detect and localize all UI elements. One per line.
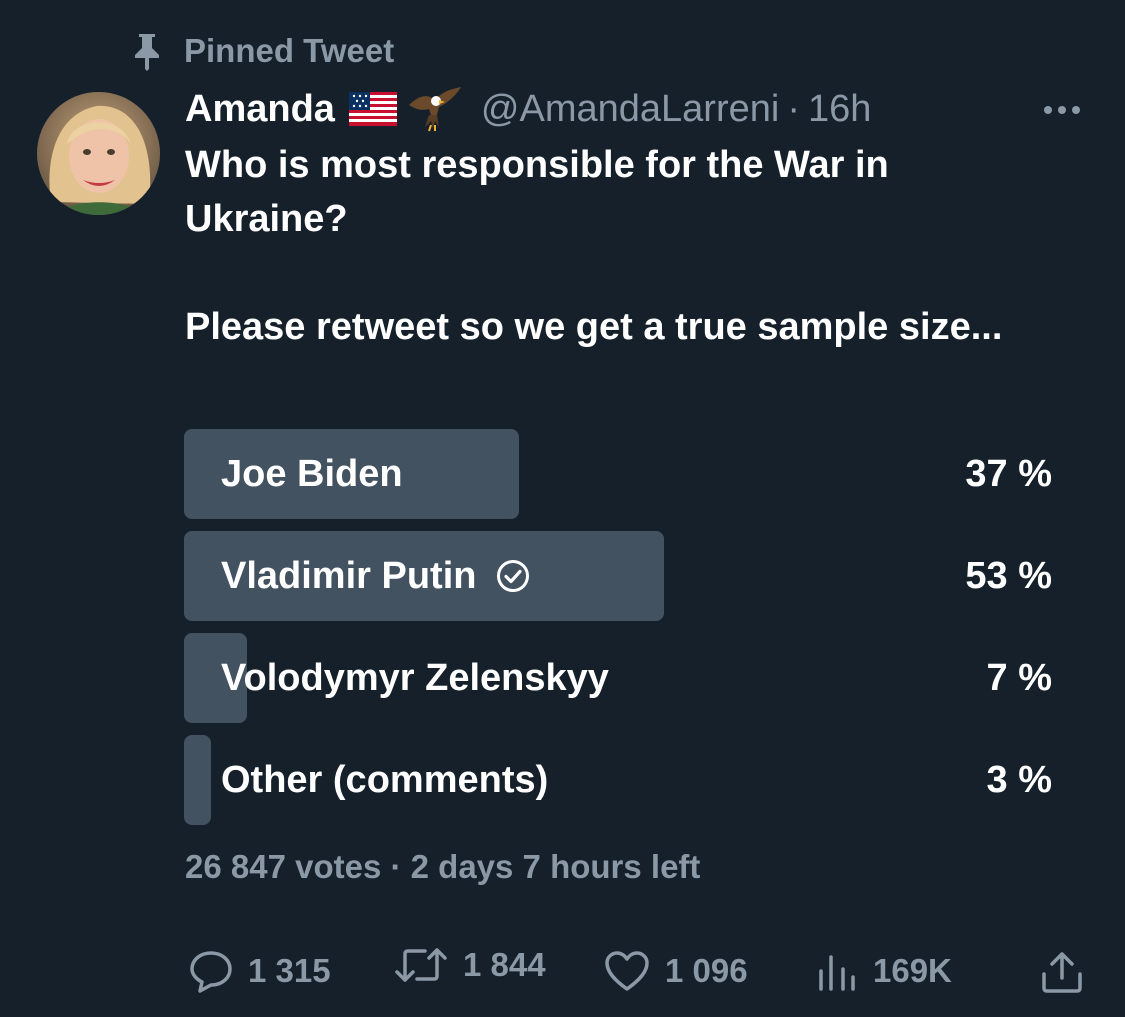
poll-meta: 26 847 votes · 2 days 7 hours left	[185, 848, 701, 885]
poll-option-label: Joe Biden	[221, 453, 403, 496]
pinned-label: Pinned Tweet	[184, 32, 395, 69]
poll-option: Volodymyr Zelenskyy 7 %	[184, 633, 1052, 723]
heart-icon	[605, 951, 649, 991]
share-button[interactable]	[1040, 943, 1084, 999]
poll-option-label: Vladimir Putin	[221, 555, 530, 598]
action-bar: 1 315 1 844 1 096 169K	[185, 943, 1085, 999]
reply-count: 1 315	[248, 952, 331, 989]
tweet-text: Who is most responsible for the War in U…	[185, 144, 1003, 348]
poll-option-text: Volodymyr Zelenskyy	[221, 656, 609, 699]
views-icon	[819, 955, 855, 991]
poll-option-label: Volodymyr Zelenskyy	[221, 657, 609, 700]
author-name[interactable]: Amanda	[185, 88, 335, 131]
retweet-button[interactable]: 1 844	[393, 937, 546, 993]
reply-icon	[190, 951, 232, 993]
poll-option: Joe Biden 37 %	[184, 429, 1052, 519]
us-flag-icon	[348, 92, 397, 126]
pin-icon	[130, 31, 164, 71]
tweet-header: Amanda @AmandaLarreni · 16h	[185, 82, 1085, 136]
views-button[interactable]: 169K	[815, 943, 952, 999]
more-icon	[1044, 106, 1080, 114]
poll-option-percent: 3 %	[986, 758, 1052, 801]
poll-option-text: Vladimir Putin	[221, 554, 477, 597]
more-options-button[interactable]	[1039, 90, 1085, 130]
poll-option-label: Other (comments)	[221, 759, 548, 802]
poll-option-text: Other (comments)	[221, 758, 549, 801]
eagle-icon	[407, 85, 463, 133]
check-circle-icon	[496, 559, 530, 593]
retweet-count: 1 844	[463, 946, 546, 983]
like-button[interactable]: 1 096	[603, 943, 748, 999]
poll-bar	[184, 735, 211, 825]
reply-button[interactable]: 1 315	[188, 943, 331, 999]
tweet-timestamp[interactable]: 16h	[808, 88, 871, 131]
poll-option-percent: 37 %	[965, 452, 1052, 495]
separator-dot: ·	[787, 87, 800, 130]
pinned-tweet-indicator: Pinned Tweet	[130, 28, 394, 74]
like-count: 1 096	[665, 952, 748, 989]
poll-option-percent: 7 %	[986, 656, 1052, 699]
retweet-icon	[395, 948, 447, 982]
author-handle[interactable]: @AmandaLarreni	[481, 88, 779, 131]
poll-option-percent: 53 %	[965, 554, 1052, 597]
poll-option-text: Joe Biden	[221, 452, 403, 495]
poll-option: Other (comments) 3 %	[184, 735, 1052, 825]
poll: Joe Biden 37 % Vladimir Putin 53 % Volodymyr…	[184, 429, 1052, 837]
avatar[interactable]	[37, 92, 160, 215]
views-count: 169K	[873, 952, 952, 989]
poll-option: Vladimir Putin 53 %	[184, 531, 1052, 621]
share-icon	[1042, 952, 1082, 993]
